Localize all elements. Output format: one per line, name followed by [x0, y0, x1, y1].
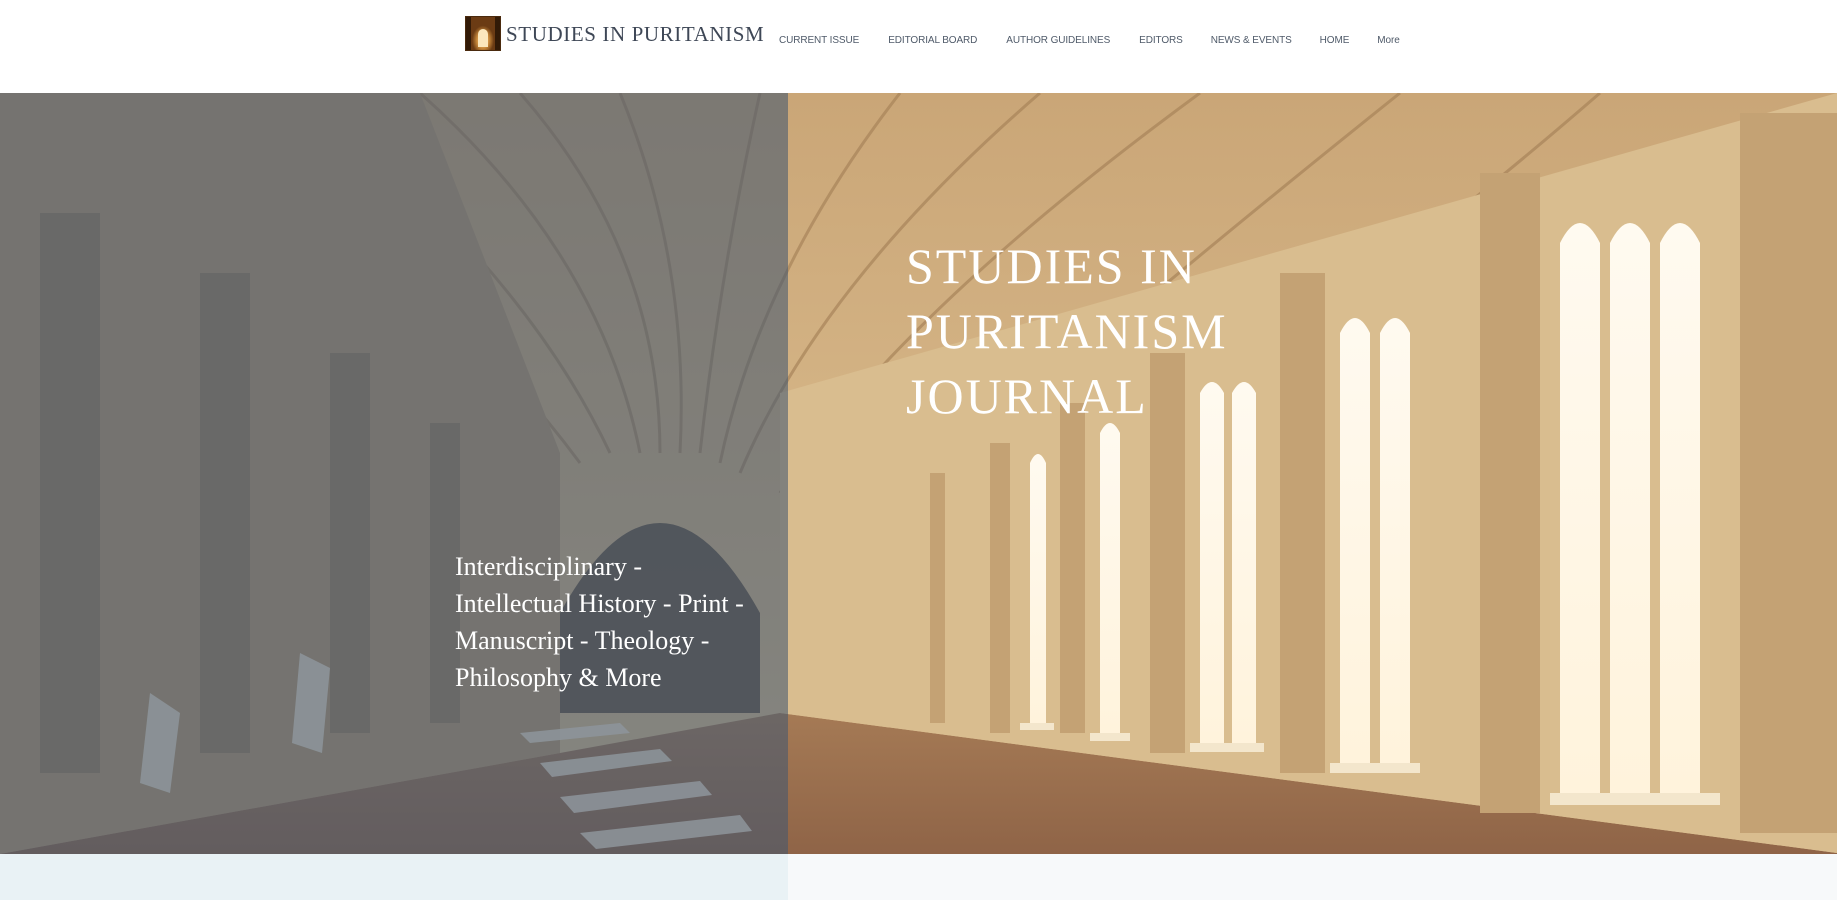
nav-editorial-board[interactable]: EDITORIAL BOARD [888, 35, 977, 46]
site-logo-icon[interactable] [465, 16, 501, 51]
nav-news-events[interactable]: NEWS & EVENTS [1211, 35, 1292, 46]
nav-more[interactable]: More [1377, 35, 1399, 46]
nav-editors[interactable]: EDITORS [1139, 35, 1183, 46]
nav-author-guidelines[interactable]: AUTHOR GUIDELINES [1006, 35, 1110, 46]
nav-current-issue[interactable]: CURRENT ISSUE [779, 35, 859, 46]
hero-tagline: Interdisciplinary - Intellectual History… [455, 552, 744, 692]
hero-heading: STUDIES IN PURITANISM JOURNAL [906, 238, 1228, 424]
site-header: STUDIES IN PURITANISM CURRENT ISSUE EDIT… [0, 0, 1837, 93]
hero-overlay-panel [0, 93, 788, 854]
next-section-right-panel [788, 854, 1837, 900]
hero-section: STUDIES IN PURITANISM JOURNAL Interdisci… [0, 93, 1837, 854]
next-section-left-panel [0, 854, 788, 900]
main-nav: CURRENT ISSUE EDITORIAL BOARD AUTHOR GUI… [779, 32, 1400, 48]
site-title[interactable]: STUDIES IN PURITANISM [506, 22, 764, 47]
nav-home[interactable]: HOME [1320, 35, 1350, 46]
